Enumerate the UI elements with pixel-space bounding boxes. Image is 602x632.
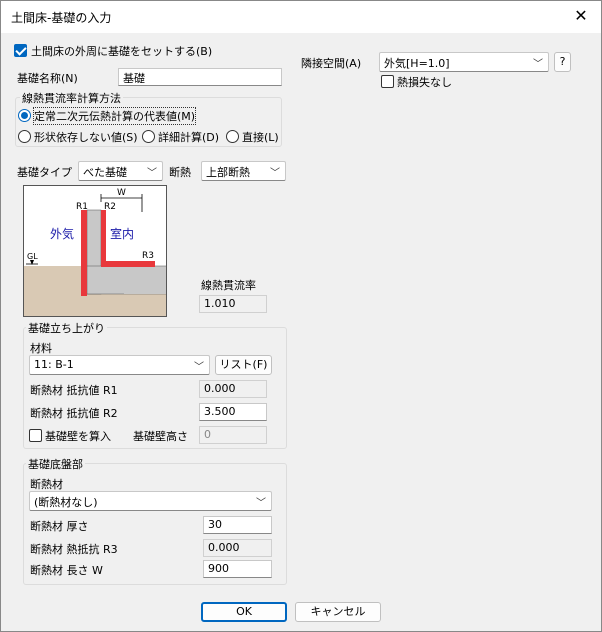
slab-insulation-select[interactable]: (断熱材なし) ﹀ <box>29 491 272 511</box>
close-icon[interactable]: ✕ <box>569 5 593 29</box>
r3-label: R3 <box>142 251 154 261</box>
outside-label: 外気 <box>50 226 74 241</box>
outer-foundation-checkbox[interactable] <box>14 44 27 57</box>
slab-insulation-label: 断熱材 <box>30 478 63 491</box>
thickness-label: 断熱材 厚さ <box>30 520 89 533</box>
insulation-value: 上部断熱 <box>206 166 250 179</box>
wall-height-field: 0 <box>199 426 267 444</box>
chevron-down-icon: ﹀ <box>194 362 204 373</box>
slab-insulation-value: (断熱材なし) <box>34 496 98 509</box>
insulation-label: 断熱 <box>169 166 191 179</box>
method-group-title: 線熱貫流率計算方法 <box>20 90 123 106</box>
thickness-field[interactable]: 30 <box>203 516 272 534</box>
foundation-type-value: べた基礎 <box>83 166 127 179</box>
method-option-detailed: 詳細計算(D) <box>158 131 220 144</box>
foundation-type-label: 基礎タイプ <box>17 166 72 179</box>
chevron-down-icon: ﹀ <box>147 168 157 179</box>
no-loss-checkbox[interactable] <box>381 75 394 88</box>
foundation-diagram: W R1 R2 R3 GL 外気 室内 <box>23 185 167 317</box>
list-button[interactable]: リスト(F) <box>215 355 272 375</box>
foundation-wall-checkbox-label: 基礎壁を算入 <box>45 430 111 443</box>
cancel-button[interactable]: キャンセル <box>295 602 381 622</box>
rise-material-label: 材料 <box>30 342 52 355</box>
r2-label: R2 <box>104 202 116 212</box>
outer-foundation-label: 土間床の外周に基礎をセットする(B) <box>31 45 213 58</box>
wall-height-label: 基礎壁高さ <box>133 430 188 443</box>
ok-button[interactable]: OK <box>201 602 287 622</box>
name-label: 基礎名称(N) <box>17 72 78 85</box>
help-button[interactable]: ? <box>554 52 571 72</box>
foundation-wall-checkbox[interactable] <box>29 429 42 442</box>
slab-group-title: 基礎底盤部 <box>26 456 85 472</box>
rise-group-title: 基礎立ち上がり <box>26 320 107 336</box>
adjacent-select[interactable]: 外気[H=1.0] ﹀ <box>379 52 549 72</box>
chevron-down-icon: ﹀ <box>256 498 266 509</box>
method-radio-representative[interactable] <box>18 109 31 122</box>
insulation-r1 <box>81 210 87 296</box>
r1-field-label: 断熱材 抵抗値 R1 <box>30 384 118 397</box>
slab-step <box>124 280 166 294</box>
method-option-shape-independent: 形状依存しない値(S) <box>34 131 138 144</box>
adjacent-value: 外気[H=1.0] <box>384 57 450 70</box>
foundation-diagram-svg: W R1 R2 R3 GL 外気 室内 <box>24 188 166 316</box>
psi-label: 線熱貫流率 <box>201 279 256 292</box>
w-label: W <box>117 188 126 198</box>
r3-field-label: 断熱材 熱抵抗 R3 <box>30 543 118 556</box>
adjacent-label: 隣接空間(A) <box>301 57 362 70</box>
no-loss-label: 熱損失なし <box>397 76 452 89</box>
inside-label: 室内 <box>110 226 134 241</box>
rise-material-select[interactable]: 11: B-1 ﹀ <box>29 355 210 375</box>
chevron-down-icon: ﹀ <box>533 59 543 70</box>
chevron-down-icon: ﹀ <box>270 168 280 179</box>
psi-value: 1.010 <box>199 295 267 313</box>
dialog-window: 土間床-基礎の入力 ✕ 土間床の外周に基礎をセットする(B) 基礎名称(N) 基… <box>0 0 602 632</box>
method-option-direct: 直接(L) <box>242 131 279 144</box>
window-title: 土間床-基礎の入力 <box>11 11 112 25</box>
length-label: 断熱材 長さ W <box>30 564 103 577</box>
name-input[interactable]: 基礎 <box>118 68 282 86</box>
length-field[interactable]: 900 <box>203 560 272 578</box>
method-radio-shape-independent[interactable] <box>18 130 31 143</box>
title-bar: 土間床-基礎の入力 ✕ <box>1 1 601 33</box>
gl-label: GL <box>27 252 38 261</box>
r3-field: 0.000 <box>203 539 272 557</box>
foundation-type-select[interactable]: べた基礎 ﹀ <box>78 161 163 181</box>
rise-material-value: 11: B-1 <box>34 358 74 371</box>
r2-field[interactable]: 3.500 <box>199 403 267 421</box>
method-radio-direct[interactable] <box>226 130 239 143</box>
method-radio-detailed[interactable] <box>142 130 155 143</box>
r1-field: 0.000 <box>199 380 267 398</box>
r1-label: R1 <box>76 202 88 212</box>
insulation-r3 <box>101 261 155 267</box>
insulation-select[interactable]: 上部断熱 ﹀ <box>201 161 286 181</box>
method-option-representative: 定常二次元伝熱計算の代表値(M) <box>32 107 197 125</box>
r2-field-label: 断熱材 抵抗値 R2 <box>30 407 118 420</box>
insulation-r2 <box>101 210 106 266</box>
